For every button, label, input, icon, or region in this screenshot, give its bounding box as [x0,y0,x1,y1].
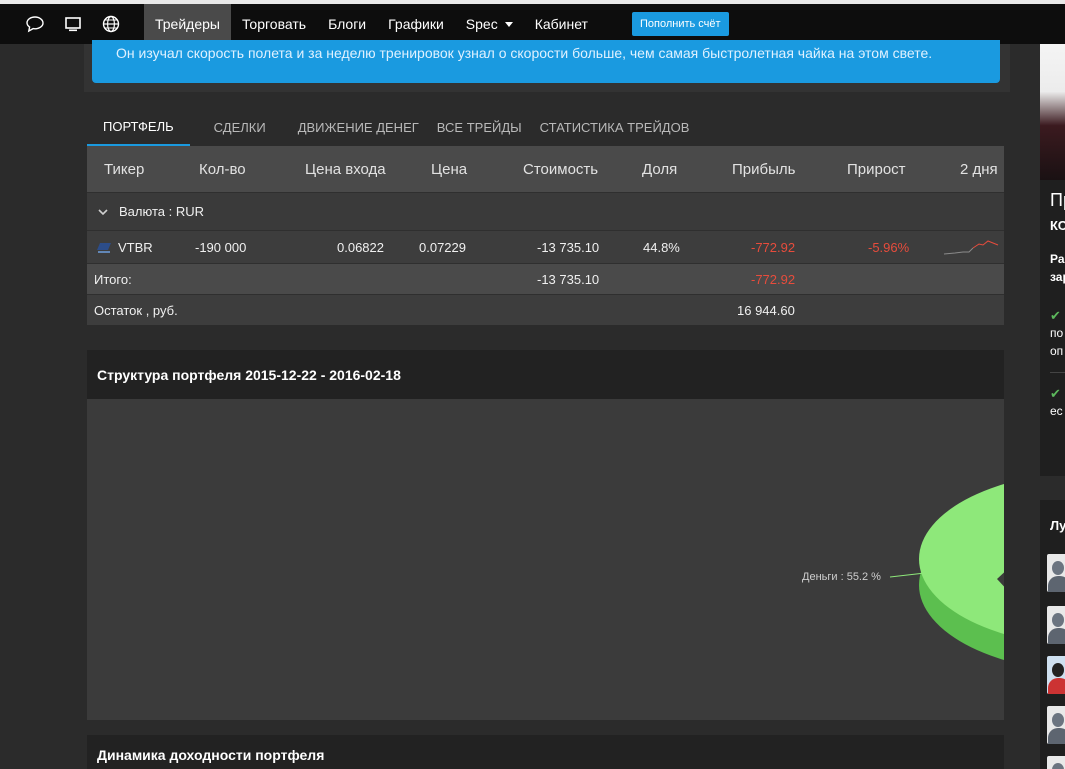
cell-share: 44.8% [643,239,680,255]
ticker-link[interactable]: VTBR [118,231,153,263]
nav-spec[interactable]: Spec [455,4,524,44]
avatar[interactable] [1047,606,1065,644]
nav-charts[interactable]: Графики [377,4,455,44]
tab-all-trades[interactable]: Все трейды [435,108,530,146]
table-row[interactable]: VTBR -190 000 0.06822 0.07229 -13 735.10… [87,230,1004,263]
nav-cabinet[interactable]: Кабинет [524,4,599,44]
header-ticker[interactable]: Тикер [104,146,144,192]
avatar[interactable] [1047,656,1065,694]
total-profit: -772.92 [751,271,796,287]
rest-value: 16 944.60 [737,302,795,318]
check-icon: ✔ [1050,386,1061,401]
header-value[interactable]: Стоимость [523,146,598,192]
currency-group-label: Валюта : RUR [119,204,204,219]
leaders-title: Лу [1050,518,1065,533]
promo-title: Пр [1050,190,1065,210]
header-share[interactable]: Доля [642,146,677,192]
header-2days[interactable]: 2 дня [960,146,998,192]
total-value: -13 735.10 [537,271,600,287]
sidebar-leaders-card: Лу [1040,500,1065,769]
cell-profit: -772.92 [751,239,796,255]
pie-label-money: Деньги : 55.2 % [802,571,881,583]
total-label: Итого: [94,271,132,287]
promo-photo [1040,44,1065,180]
nav-blogs[interactable]: Блоги [317,4,377,44]
pie-chart [889,483,1004,661]
promo-item-1: по [1050,326,1064,340]
table-header: Тикер Кол-во Цена входа Цена Стоимость Д… [87,146,1004,192]
avatar[interactable] [1047,756,1065,769]
dynamics-title: Динамика доходности портфеля [87,735,1004,769]
nav-spec-label: Spec [465,16,498,32]
monitor-icon[interactable] [54,4,92,44]
header-price[interactable]: Цена [431,146,467,192]
right-sidebar: Пр КС Ра зар ✔ по оп ✔ ес Лу [1040,44,1065,769]
header-qty[interactable]: Кол-во [199,146,246,192]
header-profit[interactable]: Прибыль [732,146,795,192]
chevron-down-icon [504,21,513,27]
chat-bubble-icon[interactable] [16,4,54,44]
tab-portfolio[interactable]: Портфель [87,108,190,146]
cell-growth: -5.96% [868,239,910,255]
ticker-chart-icon [95,231,113,263]
promo-text-1: Ра [1050,252,1065,266]
pie-chart-area: Деньги : 55.2 % [87,399,1004,720]
cell-qty: -190 000 [195,239,247,255]
promo-subtitle: КС [1050,218,1065,233]
nav-trade[interactable]: Торговать [231,4,317,44]
sidebar-promo-card: Пр КС Ра зар ✔ по оп ✔ ес [1040,44,1065,476]
tab-trade-stats[interactable]: Статистика трейдов [530,108,706,146]
chevron-down-icon[interactable] [97,193,109,230]
banner-container: Он изучал скорость полета и за неделю тр… [84,40,1010,92]
sparkline-2days [943,231,999,263]
divider [1050,372,1065,373]
promo-item-3: ес [1050,404,1063,418]
fund-account-button[interactable]: Пополнить счёт [631,12,729,36]
quote-banner: Он изучал скорость полета и за неделю тр… [92,40,1000,83]
rest-row: Остаток , руб. 16 944.60 [87,294,1004,325]
check-icon: ✔ [1050,308,1061,323]
portfolio-table: Тикер Кол-во Цена входа Цена Стоимость Д… [87,146,1004,325]
portfolio-structure-panel: Структура портфеля 2015-12-22 - 2016-02-… [87,350,1004,720]
structure-title: Структура портфеля 2015-12-22 - 2016-02-… [87,350,1004,399]
rest-label: Остаток , руб. [94,302,178,318]
pie-label-leader [889,572,926,578]
tab-deals[interactable]: Сделки [190,108,282,146]
top-navigation: Трейдеры Торговать Блоги Графики Spec Ка… [0,0,1065,44]
avatar[interactable] [1047,706,1065,744]
nav-traders[interactable]: Трейдеры [144,4,231,44]
cell-price: 0.07229 [419,239,466,255]
cell-entry-price: 0.06822 [337,239,384,255]
avatar[interactable] [1047,554,1065,592]
portfolio-tabs: Портфель Сделки Движение денег Все трейд… [87,108,1004,146]
cell-value: -13 735.10 [537,239,600,255]
total-row: Итого: -13 735.10 -772.92 [87,263,1004,294]
tab-money-flow[interactable]: Движение денег [282,108,435,146]
header-growth[interactable]: Прирост [847,146,906,192]
header-entry-price[interactable]: Цена входа [305,146,386,192]
promo-text-2: зар [1050,270,1065,284]
promo-item-2: оп [1050,344,1064,358]
globe-icon[interactable] [92,4,130,44]
currency-group-row[interactable]: Валюта : RUR [87,192,1004,230]
